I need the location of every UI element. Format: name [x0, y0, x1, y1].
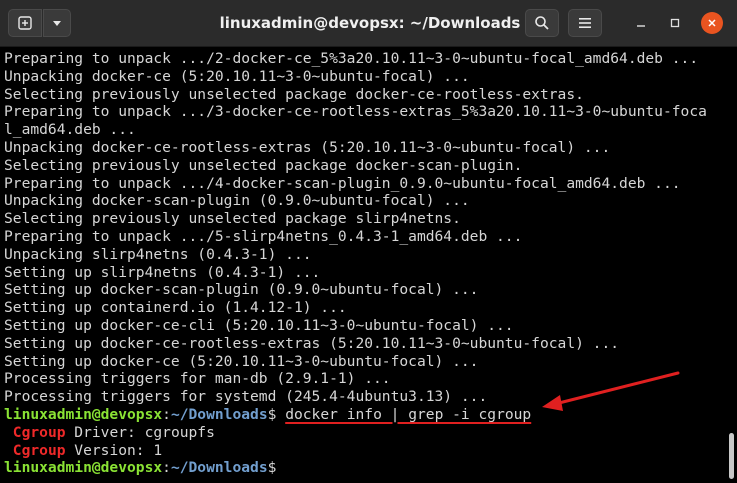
new-tab-button[interactable]: [8, 9, 42, 37]
close-button[interactable]: [701, 12, 723, 34]
search-button[interactable]: [525, 9, 559, 37]
new-tab-icon: [18, 16, 32, 30]
menu-button[interactable]: [568, 9, 602, 37]
terminal-area[interactable]: Preparing to unpack .../2-docker-ce_5%3a…: [0, 47, 737, 483]
title-bar: linuxadmin@devopsx: ~/Downloads: [0, 0, 737, 47]
maximize-icon: [670, 18, 680, 28]
hamburger-icon: [579, 18, 591, 28]
new-tab-menu-button[interactable]: [43, 9, 71, 37]
annotation-arrow-icon: [542, 371, 680, 411]
minimize-button[interactable]: [631, 13, 651, 33]
window-title: linuxadmin@devopsx: ~/Downloads: [219, 14, 521, 32]
minimize-icon: [637, 25, 645, 27]
maximize-button[interactable]: [665, 13, 685, 33]
chevron-down-icon: [53, 21, 61, 26]
close-icon: [708, 19, 716, 27]
search-icon: [535, 16, 549, 30]
